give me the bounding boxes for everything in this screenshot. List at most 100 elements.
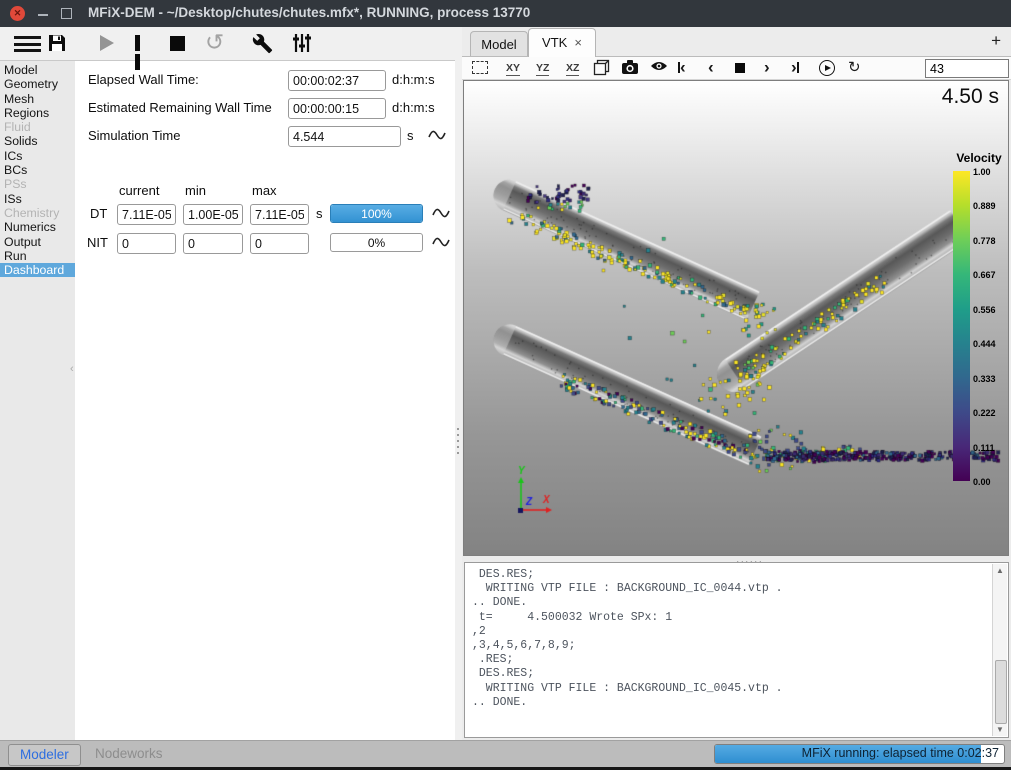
play-animation-icon[interactable] — [819, 59, 835, 77]
colorbar-tick: 1.00 — [973, 167, 1007, 177]
col-max-header: max — [252, 183, 277, 198]
play-icon[interactable] — [100, 35, 114, 51]
colorbar-tick: 0.889 — [973, 201, 1007, 211]
simulation-scene[interactable] — [464, 81, 1009, 556]
scroll-down-icon[interactable]: ▼ — [993, 723, 1007, 736]
dt-max-field[interactable] — [250, 204, 309, 225]
titlebar: ✕ MFiX-DEM - ~/Desktop/chutes/chutes.mfx… — [0, 0, 1011, 27]
dt-current-field[interactable] — [117, 204, 176, 225]
menu-icon[interactable] — [14, 36, 41, 52]
dt-min-field[interactable] — [183, 204, 243, 225]
dashboard-panel: Elapsed Wall Time: d:h:m:s Estimated Rem… — [75, 60, 456, 740]
plot-dt-icon[interactable] — [432, 207, 450, 222]
time-annotation: 4.50 s — [942, 85, 999, 109]
nit-row-label: NIT — [87, 235, 108, 250]
save-icon[interactable] — [47, 33, 67, 56]
panel-splitter[interactable] — [455, 60, 462, 740]
colorbar-tick: 0.00 — [973, 477, 1007, 487]
sliders-settings-icon[interactable] — [292, 33, 312, 56]
simtime-unit-label: s — [407, 128, 414, 143]
sidebar: ModelGeometryMeshRegionsFluidSolidsICsBC… — [0, 60, 75, 740]
console-scrollbar[interactable]: ▲ ▼ — [992, 564, 1007, 736]
previous-frame-icon[interactable]: ‹ — [708, 59, 714, 77]
colorbar-tick: 0.556 — [973, 305, 1007, 315]
elapsed-wall-time-field[interactable] — [288, 70, 386, 91]
colorbar-title: Velocity — [951, 151, 1007, 165]
modeler-button[interactable]: Modeler — [8, 744, 81, 766]
simulation-time-label: Simulation Time — [88, 128, 180, 143]
remaining-wall-time-label: Estimated Remaining Wall Time — [88, 100, 272, 115]
scrollbar-thumb[interactable] — [995, 660, 1007, 724]
nit-min-field[interactable] — [183, 233, 243, 254]
colorbar-tick: 0.111 — [973, 443, 1007, 453]
sidebar-item-geometry[interactable]: Geometry — [0, 77, 75, 91]
nit-max-field[interactable] — [250, 233, 309, 254]
sidebar-item-fluid: Fluid — [0, 120, 75, 134]
colorbar-tick: 0.667 — [973, 270, 1007, 280]
next-frame-icon[interactable]: › — [764, 59, 770, 77]
sidebar-item-model[interactable]: Model — [0, 63, 75, 77]
sidebar-item-iss[interactable]: ISs — [0, 192, 75, 206]
frame-number-field[interactable] — [925, 59, 1009, 78]
add-tab-icon[interactable]: + — [991, 31, 1001, 51]
stop-icon[interactable] — [170, 36, 185, 51]
simulation-time-field[interactable] — [288, 126, 401, 147]
run-progress-text: MFiX running: elapsed time 0:02:37 — [802, 746, 999, 760]
nit-progress-bar: 0% — [330, 233, 423, 252]
console-panel[interactable]: DES.RES; WRITING VTP FILE : BACKGROUND_I… — [464, 562, 1009, 738]
sidebar-collapse-handle[interactable]: ‹ — [70, 363, 74, 375]
reset-icon[interactable]: ↺ — [205, 29, 224, 56]
sidebar-item-solids[interactable]: Solids — [0, 134, 75, 148]
fit-view-icon[interactable] — [472, 59, 488, 77]
visibility-eye-icon[interactable] — [650, 59, 668, 77]
stop-playback-icon[interactable] — [735, 59, 745, 77]
snapshot-camera-icon[interactable] — [621, 59, 639, 77]
close-icon[interactable]: ✕ — [10, 6, 25, 21]
sidebar-item-regions[interactable]: Regions — [0, 106, 75, 120]
colorbar-tick: 0.778 — [973, 236, 1007, 246]
col-current-header: current — [119, 183, 159, 198]
sidebar-item-bcs[interactable]: BCs — [0, 163, 75, 177]
application-window: ✕ MFiX-DEM - ~/Desktop/chutes/chutes.mfx… — [0, 0, 1011, 770]
console-output[interactable]: DES.RES; WRITING VTP FILE : BACKGROUND_I… — [465, 563, 1008, 715]
plot-simtime-icon[interactable] — [428, 129, 446, 144]
view-xz-icon[interactable]: XZ — [566, 59, 579, 77]
colorbar-tick: 0.222 — [973, 408, 1007, 418]
sidebar-item-chemistry: Chemistry — [0, 206, 75, 220]
tab-vtk[interactable]: VTK× — [528, 28, 596, 57]
tab-model[interactable]: Model — [470, 31, 528, 56]
vtk-3d-view[interactable]: 4.50 s Velocity 1.00 0.889 0.778 0.667 0.556… — [463, 80, 1009, 556]
minimize-icon[interactable] — [38, 14, 48, 16]
nit-current-field[interactable] — [117, 233, 176, 254]
elapsed-wall-time-label: Elapsed Wall Time: — [88, 72, 199, 87]
remaining-unit-label: d:h:m:s — [392, 100, 435, 115]
view-yz-icon[interactable]: YZ — [536, 59, 549, 77]
tab-close-icon[interactable]: × — [574, 35, 582, 50]
tab-bar: Model VTK× + — [462, 27, 1011, 57]
dt-row-label: DT — [90, 206, 107, 221]
run-progress-bar: MFiX running: elapsed time 0:02:37 — [714, 744, 1005, 764]
scroll-up-icon[interactable]: ▲ — [993, 564, 1007, 577]
sidebar-item-ics[interactable]: ICs — [0, 149, 75, 163]
plot-nit-icon[interactable] — [432, 236, 450, 251]
first-frame-icon[interactable]: ‹ — [678, 59, 686, 77]
vtk-toolbar: XY YZ XZ ‹ ‹ › › ↻ — [462, 57, 1011, 80]
sidebar-item-mesh[interactable]: Mesh — [0, 92, 75, 106]
window-title: MFiX-DEM - ~/Desktop/chutes/chutes.mfx*,… — [88, 5, 530, 20]
sidebar-item-dashboard[interactable]: Dashboard — [0, 263, 75, 277]
remaining-wall-time-field[interactable] — [288, 98, 386, 119]
sidebar-item-output[interactable]: Output — [0, 235, 75, 249]
sidebar-item-run[interactable]: Run — [0, 249, 75, 263]
sidebar-item-numerics[interactable]: Numerics — [0, 220, 75, 234]
perspective-icon[interactable] — [593, 59, 610, 77]
wrench-settings-icon[interactable] — [252, 33, 273, 57]
maximize-icon[interactable] — [61, 8, 72, 19]
last-frame-icon[interactable]: › — [791, 59, 799, 77]
nodeworks-button[interactable]: Nodeworks — [95, 746, 163, 761]
refresh-loop-icon[interactable]: ↻ — [848, 59, 861, 77]
sidebar-item-pss: PSs — [0, 177, 75, 191]
view-xy-icon[interactable]: XY — [506, 59, 520, 77]
col-min-header: min — [185, 183, 206, 198]
elapsed-unit-label: d:h:m:s — [392, 72, 435, 87]
pause-icon[interactable] — [135, 35, 151, 51]
